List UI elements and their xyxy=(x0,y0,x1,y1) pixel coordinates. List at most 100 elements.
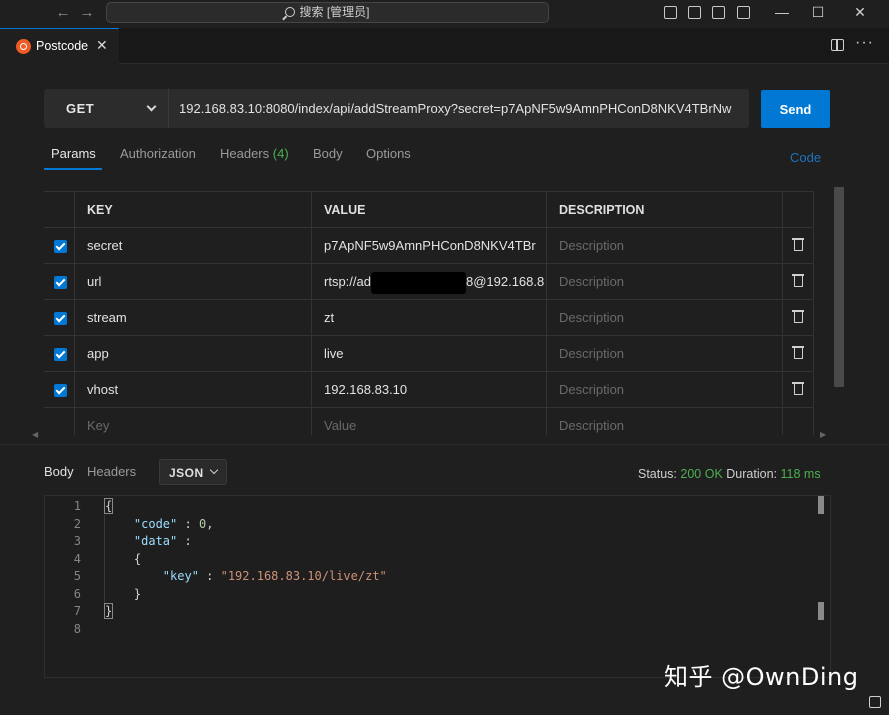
headers-count-badge: (4) xyxy=(272,146,289,161)
row-checkbox[interactable] xyxy=(54,240,67,253)
param-key[interactable]: app xyxy=(75,336,312,372)
trash-icon[interactable] xyxy=(792,274,804,287)
search-icon xyxy=(285,7,296,17)
response-tab-headers[interactable]: Headers xyxy=(87,464,136,479)
param-description[interactable]: Description xyxy=(547,336,783,372)
close-tab-icon[interactable]: ✕ xyxy=(96,37,108,54)
table-row: vhost 192.168.83.10 Description xyxy=(44,372,814,408)
editor-scrollbar-thumb[interactable] xyxy=(818,496,824,514)
new-key-input[interactable]: Key xyxy=(75,408,312,435)
row-checkbox[interactable] xyxy=(54,312,67,325)
table-row: stream zt Description xyxy=(44,300,814,336)
code-line: } xyxy=(105,587,141,601)
editor-tab-bar: Postcode ✕ xyxy=(0,28,889,64)
row-action-cell xyxy=(783,336,814,372)
method-select[interactable]: GET xyxy=(44,89,168,128)
command-center-search[interactable]: 搜索 [管理员] xyxy=(106,2,549,23)
param-value-prefix: rtsp://ad xyxy=(324,274,371,289)
tab-params[interactable]: Params xyxy=(51,146,96,161)
line-number: 8 xyxy=(73,622,81,636)
code-line: { xyxy=(105,552,141,566)
json-key: "key" xyxy=(162,569,199,583)
line-number: 2 xyxy=(73,517,81,531)
tab-headers[interactable]: Headers (4) xyxy=(220,146,289,161)
tab-headers-label: Headers xyxy=(220,146,270,161)
tab-authorization[interactable]: Authorization xyxy=(120,146,196,161)
line-number: 6 xyxy=(73,587,81,601)
line-number: 3 xyxy=(73,534,81,548)
panel-divider[interactable] xyxy=(0,444,889,445)
forward-arrow-icon[interactable]: → xyxy=(78,4,96,22)
param-description[interactable]: Description xyxy=(547,228,783,264)
header-check-cell xyxy=(44,192,75,228)
status-line: Status: 200 OK Duration: 118 ms xyxy=(638,467,821,481)
row-checkbox[interactable] xyxy=(54,384,67,397)
scroll-right-icon[interactable]: ▶ xyxy=(820,430,826,439)
new-description-input[interactable]: Description xyxy=(547,408,783,435)
row-checkbox[interactable] xyxy=(54,348,67,361)
row-checkbox[interactable] xyxy=(54,276,67,289)
editor-scrollbar-marker xyxy=(818,602,824,620)
param-key[interactable]: stream xyxy=(75,300,312,336)
param-description[interactable]: Description xyxy=(547,372,783,408)
close-window-button[interactable]: ✕ xyxy=(848,2,872,22)
json-open-brace: { xyxy=(103,498,114,514)
chevron-down-icon xyxy=(146,101,157,112)
json-brace: { xyxy=(133,552,142,566)
trash-icon[interactable] xyxy=(792,382,804,395)
response-editor[interactable]: 1 2 3 4 5 6 7 8 { "code" : 0, "data" : {… xyxy=(44,495,831,678)
row-action-cell xyxy=(783,228,814,264)
param-value[interactable]: p7ApNF5w9AmnPHConD8NKV4TBr xyxy=(312,228,547,264)
table-row: url rtsp://ad 8@192.168.8 Description xyxy=(44,264,814,300)
new-value-input[interactable]: Value xyxy=(312,408,547,435)
param-key[interactable]: url xyxy=(75,264,312,300)
code-line: "key" : "192.168.83.10/live/zt" xyxy=(162,569,387,583)
tab-postcode[interactable]: Postcode ✕ xyxy=(0,28,119,64)
response-tab-body[interactable]: Body xyxy=(44,464,74,479)
param-value[interactable]: rtsp://ad 8@192.168.8 xyxy=(312,264,547,300)
format-select[interactable]: JSON xyxy=(159,459,227,485)
row-action-cell xyxy=(783,408,814,435)
table-row: secret p7ApNF5w9AmnPHConD8NKV4TBr Descri… xyxy=(44,228,814,264)
minimize-button[interactable]: — xyxy=(770,2,794,22)
param-key[interactable]: secret xyxy=(75,228,312,264)
duration-label: Duration: xyxy=(726,467,778,481)
row-action-cell xyxy=(783,372,814,408)
send-button[interactable]: Send xyxy=(761,90,830,128)
new-param-row: Key Value Description xyxy=(44,408,814,435)
trash-icon[interactable] xyxy=(792,310,804,323)
tab-body[interactable]: Body xyxy=(313,146,343,161)
code-link[interactable]: Code xyxy=(790,150,821,165)
window-corner-icon xyxy=(869,696,881,708)
param-key[interactable]: vhost xyxy=(75,372,312,408)
search-text: 搜索 [管理员] xyxy=(299,5,370,19)
param-value[interactable]: 192.168.83.10 xyxy=(312,372,547,408)
trash-icon[interactable] xyxy=(792,346,804,359)
split-editor-icon[interactable] xyxy=(831,39,844,51)
table-header-row: KEY VALUE DESCRIPTION xyxy=(44,192,814,228)
maximize-button[interactable]: ☐ xyxy=(806,2,830,22)
scroll-left-icon[interactable]: ◀ xyxy=(32,430,38,439)
line-number: 7 xyxy=(73,604,81,618)
chevron-down-icon xyxy=(209,465,219,475)
tab-options[interactable]: Options xyxy=(366,146,411,161)
line-number: 5 xyxy=(73,569,81,583)
row-action-cell xyxy=(783,264,814,300)
back-arrow-icon[interactable]: ← xyxy=(54,4,72,22)
param-value[interactable]: zt xyxy=(312,300,547,336)
param-description[interactable]: Description xyxy=(547,300,783,336)
toggle-panel-icon[interactable] xyxy=(688,6,701,19)
line-number: 1 xyxy=(73,499,81,513)
customize-layout-icon[interactable] xyxy=(737,6,750,19)
more-actions-icon[interactable]: ··· xyxy=(855,34,874,52)
param-value[interactable]: live xyxy=(312,336,547,372)
param-description[interactable]: Description xyxy=(547,264,783,300)
toggle-secondary-sidebar-icon[interactable] xyxy=(712,6,725,19)
url-input[interactable] xyxy=(168,89,749,128)
json-key: "data" xyxy=(133,534,178,548)
json-key: "code" xyxy=(133,517,178,531)
trash-icon[interactable] xyxy=(792,238,804,251)
toggle-primary-sidebar-icon[interactable] xyxy=(664,6,677,19)
params-scrollbar[interactable] xyxy=(834,187,844,387)
row-checkbox-cell xyxy=(44,372,75,408)
